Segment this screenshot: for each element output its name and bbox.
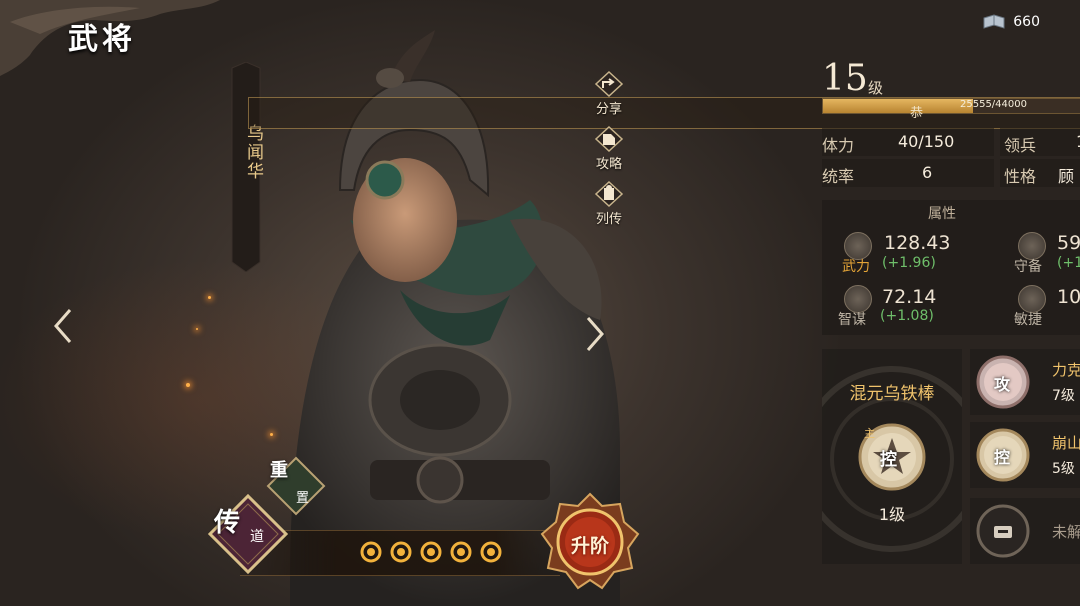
- exp-progress-bar: [822, 98, 1080, 114]
- troops-label: 领兵: [1004, 136, 1037, 155]
- troops-row: 领兵 1: [1000, 128, 1080, 156]
- star-rank-icon: [360, 541, 382, 563]
- strength-label: 武力: [842, 259, 870, 275]
- currency-counter[interactable]: 660: [983, 14, 1040, 30]
- personality-label: 性格: [1004, 167, 1037, 186]
- ember-particle: [196, 328, 198, 330]
- lock-icon: [976, 504, 1030, 558]
- skill-2-type: 控: [994, 448, 1011, 467]
- biography-button[interactable]: 列传: [584, 180, 634, 232]
- exp-label: 恭: [910, 106, 924, 121]
- weapon-skill-card[interactable]: 混元乌铁棒 控 主 1级: [822, 349, 962, 564]
- star-rank-icon: [390, 541, 412, 563]
- exp-value: 25555/44000: [960, 99, 1027, 110]
- skill-2-level: 5级: [1052, 461, 1075, 477]
- exp-progress-fill: [823, 99, 973, 113]
- strength-value: 128.43: [884, 232, 951, 254]
- ember-particle: [208, 296, 211, 299]
- star-rank-icon: [450, 541, 472, 563]
- weapon-main-badge: 主: [864, 427, 875, 440]
- command-row: 统率 6: [822, 159, 994, 187]
- agility-label: 敏捷: [1014, 312, 1042, 328]
- skill-2-name: 崩山: [1052, 434, 1080, 452]
- weapon-skill-level: 1级: [878, 505, 906, 524]
- skill-3-name: 未解: [1052, 523, 1080, 541]
- skill-1-level: 7级: [1052, 388, 1075, 404]
- next-hero-arrow[interactable]: [580, 314, 608, 354]
- command-label: 统率: [822, 167, 855, 186]
- share-button[interactable]: 分享: [584, 70, 634, 122]
- command-value: 6: [922, 163, 933, 182]
- personality-value: 顾: [1058, 167, 1075, 186]
- stamina-label: 体力: [822, 136, 855, 155]
- guide-icon: [594, 125, 624, 153]
- attributes-panel: 属性 128.43 (+1.96) 武力 59 (+1 守备 72.14 (+1…: [822, 200, 1080, 335]
- page-title: 武将: [68, 22, 136, 57]
- intellect-value: 72.14: [882, 286, 937, 308]
- pass-on-sub-label: 道: [250, 529, 264, 545]
- upgrade-label: 升阶: [570, 535, 609, 557]
- guide-button[interactable]: 攻略: [584, 125, 634, 177]
- reset-label: 重: [270, 460, 288, 481]
- defense-value: 59: [1057, 232, 1080, 254]
- agility-value: 10: [1057, 286, 1080, 308]
- biography-icon: [594, 180, 624, 208]
- guide-label: 攻略: [595, 157, 622, 172]
- attributes-title: 属性: [928, 206, 956, 222]
- weapon-skill-type: 控: [880, 450, 897, 470]
- previous-hero-arrow[interactable]: [50, 306, 78, 346]
- book-icon: [983, 14, 1005, 29]
- ember-particle: [186, 383, 190, 387]
- biography-label: 列传: [595, 212, 622, 227]
- weapon-name: 混元乌铁棒: [849, 384, 935, 404]
- reset-sub-label: 置: [296, 491, 310, 506]
- troops-value: 1: [1076, 132, 1080, 151]
- hero-level: 15: [822, 58, 868, 99]
- share-label: 分享: [595, 102, 622, 117]
- skill-1-type: 攻: [994, 375, 1011, 394]
- star-rank-icon: [480, 541, 502, 563]
- stamina-value: 40/150: [898, 132, 955, 151]
- skill-1-name: 力克: [1052, 361, 1080, 379]
- level-unit: 级: [868, 79, 884, 97]
- strength-bonus: (+1.96): [882, 255, 936, 271]
- skill-slot-3-locked[interactable]: 未解: [970, 498, 1080, 564]
- defense-bonus: (+1: [1057, 255, 1080, 271]
- share-icon: [594, 70, 624, 98]
- defense-label: 守备: [1014, 259, 1042, 275]
- intellect-bonus: (+1.08): [880, 308, 934, 324]
- personality-row: 性格 顾: [1000, 159, 1080, 187]
- skill-slot-1[interactable]: 攻 力克 7级: [970, 349, 1080, 415]
- star-rank-icon: [420, 541, 442, 563]
- stamina-row: 体力 40/150: [822, 128, 994, 156]
- pass-on-label: 传: [214, 508, 241, 538]
- currency-value: 660: [1013, 14, 1040, 30]
- skill-slot-2[interactable]: 控 崩山 5级: [970, 422, 1080, 488]
- intellect-label: 智谋: [838, 312, 866, 328]
